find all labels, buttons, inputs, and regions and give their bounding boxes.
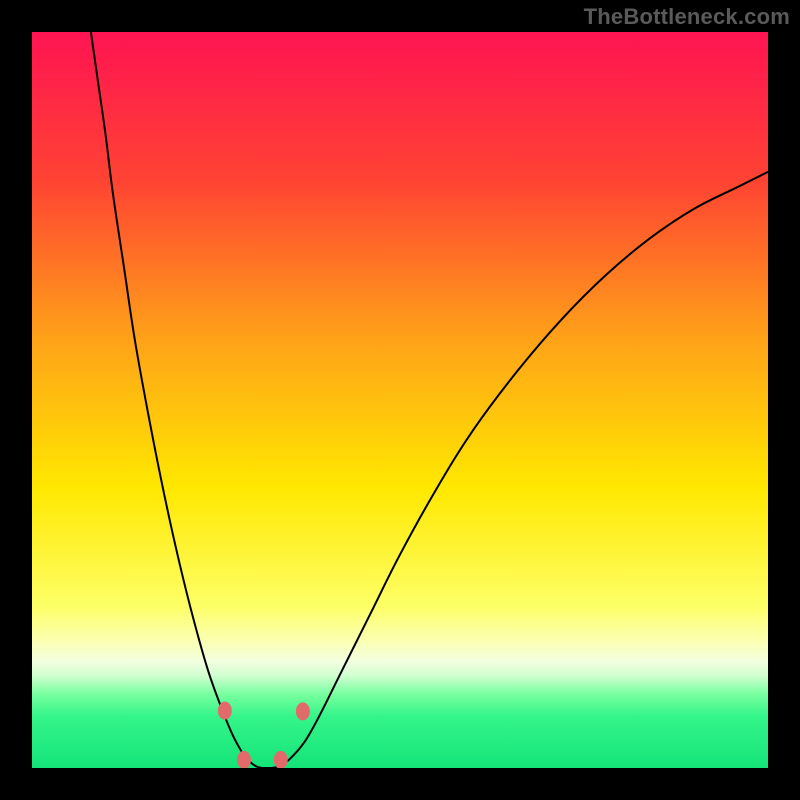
curve-marker — [296, 702, 310, 720]
chart-frame: TheBottleneck.com — [0, 0, 800, 800]
watermark-text: TheBottleneck.com — [584, 4, 790, 30]
gradient-background — [32, 32, 768, 768]
plot-area — [32, 32, 768, 768]
curve-marker — [218, 702, 232, 720]
chart-svg — [32, 32, 768, 768]
